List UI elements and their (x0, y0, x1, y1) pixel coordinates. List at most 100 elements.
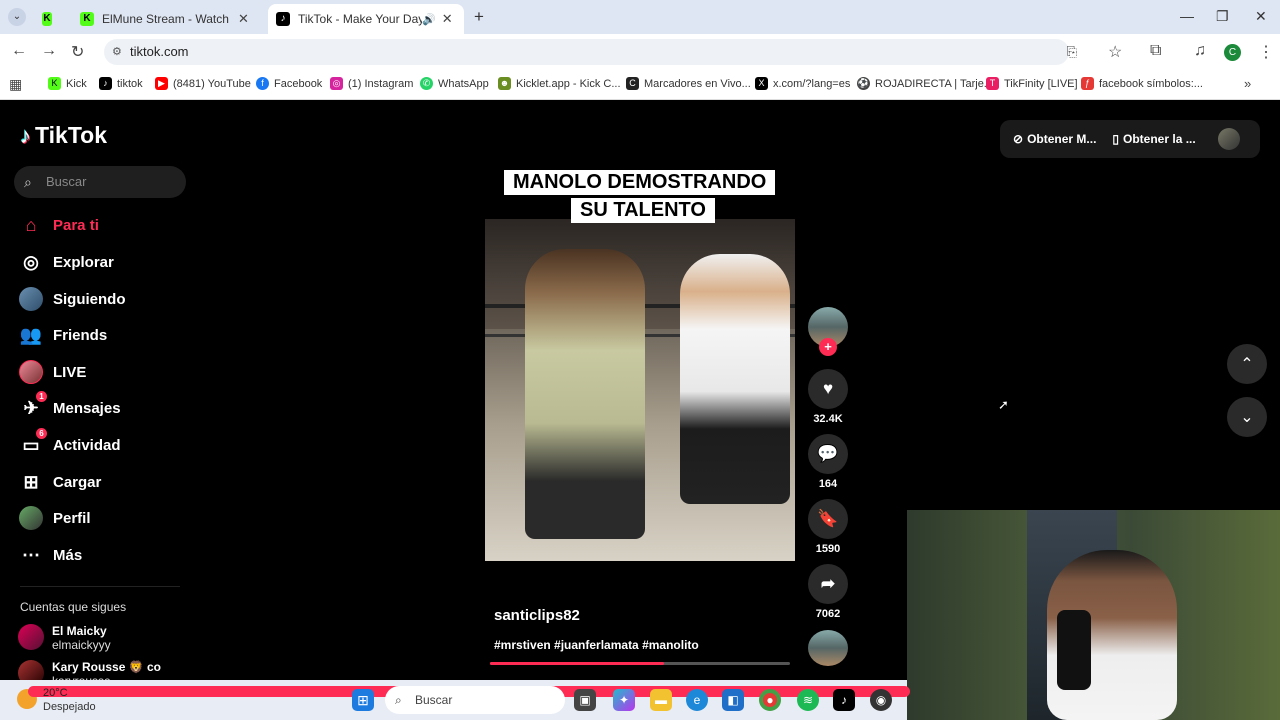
video-progress-fill (490, 662, 664, 665)
tiktok-icon: ♪ (99, 77, 112, 90)
youtube-icon: ▶ (155, 77, 168, 90)
media-control-icon[interactable]: ♫ (1194, 42, 1206, 60)
kicklet-icon: ☻ (498, 77, 511, 90)
bookmark-star-icon[interactable]: ☆ (1108, 42, 1122, 62)
following-account[interactable]: Kary Rousse 🦁 cokaryrousse (18, 660, 161, 680)
bookmarks-bar: ▦ K Kick ♪ tiktok ▶ (8481) YouTube f Faceboo… (0, 70, 1280, 100)
heart-icon[interactable]: ♥ (808, 369, 848, 409)
search-icon: ⌕ (395, 693, 402, 707)
share-action[interactable]: ➦ 7062 (808, 564, 848, 620)
get-coins-button[interactable]: ⊘ Obtener M... (1013, 132, 1096, 146)
get-app-button[interactable]: ▯ Obtener la ... (1112, 132, 1195, 146)
bookmark-kicklet[interactable]: ☻ Kicklet.app - Kick C... (498, 77, 621, 90)
reload-icon[interactable]: ↻ (71, 42, 84, 62)
tiktok-app-icon[interactable]: ♪ (833, 689, 855, 711)
close-tab-icon[interactable]: ✕ (238, 11, 249, 27)
profile-avatar-icon (18, 505, 44, 531)
bookmark-kick[interactable]: K Kick (48, 77, 87, 90)
apps-grid-icon[interactable]: ▦ (9, 76, 22, 93)
x-icon: X (755, 77, 768, 90)
new-tab-icon[interactable]: + (474, 7, 484, 27)
share-icon[interactable]: ➦ (808, 564, 848, 604)
video-author[interactable]: santiclips82 (494, 607, 580, 624)
forward-icon[interactable]: → (41, 42, 57, 60)
following-account[interactable]: El Maicky elmaickyyy (18, 624, 111, 652)
bookmark-tiktok[interactable]: ♪ tiktok (99, 77, 143, 90)
video-player[interactable] (485, 219, 795, 561)
windows-start-icon[interactable]: ⊞ (352, 689, 374, 711)
tab-elmune-stream[interactable]: K ElMune Stream - Watch Live on ✕ (72, 4, 267, 34)
chevron-down-icon: ⌄ (1240, 409, 1254, 426)
restore-icon[interactable]: ❐ (1216, 8, 1229, 25)
back-icon[interactable]: ← (11, 42, 27, 60)
edge-icon[interactable]: e (686, 689, 708, 711)
tab-kick-pinned[interactable]: K (34, 4, 68, 34)
video-progress-bar[interactable] (490, 662, 790, 665)
comment-icon[interactable]: 💬 (808, 434, 848, 474)
user-avatar[interactable] (1217, 128, 1240, 150)
nav-live[interactable]: LIVE (18, 358, 86, 386)
nav-for-you[interactable]: ⌂ Para ti (18, 211, 99, 239)
bookmark-x[interactable]: Xx.com/?lang=es (755, 77, 850, 90)
more-icon: ⋯ (22, 544, 40, 565)
chrome-icon[interactable]: ● (759, 689, 781, 711)
taskbar-search[interactable]: ⌕ Buscar (385, 686, 565, 714)
chevron-up-icon: ⌃ (1240, 356, 1254, 373)
profile-avatar[interactable]: C (1224, 44, 1241, 61)
close-tab-icon[interactable]: ✕ (442, 11, 453, 27)
app-icon[interactable]: ◉ (870, 689, 892, 711)
bookmark-youtube[interactable]: ▶ (8481) YouTube (155, 77, 251, 90)
sound-disc-action[interactable] (808, 630, 848, 666)
url-input[interactable]: ⚙ tiktok.com ⎘ (104, 39, 1077, 65)
bookmark-facebook[interactable]: f Facebook (256, 77, 322, 90)
site-settings-icon[interactable]: ⚙ (112, 39, 122, 65)
bookmark-rojadirecta[interactable]: ⚽ ROJADIRECTA | Tarje... (857, 77, 993, 90)
close-window-icon[interactable]: ✕ (1255, 8, 1267, 25)
like-action[interactable]: ♥ 32.4K (808, 369, 848, 425)
install-app-icon[interactable]: ⎘ (1067, 39, 1077, 65)
spotify-icon[interactable]: ≋ (797, 689, 819, 711)
bookmark-icon[interactable]: 🔖 (808, 499, 848, 539)
nav-upload[interactable]: ⊞ Cargar (18, 468, 101, 496)
coin-icon: ⊘ (1013, 132, 1024, 146)
store-icon[interactable]: ◧ (722, 689, 744, 711)
follow-plus-icon[interactable]: + (819, 338, 837, 356)
nav-more[interactable]: ⋯ Más (18, 541, 82, 569)
creator-avatar-action[interactable]: + (808, 307, 848, 356)
bookmark-marcadores[interactable]: C Marcadores en Vivo... (626, 77, 751, 90)
nav-profile[interactable]: Perfil (18, 504, 91, 532)
more-bookmarks-icon[interactable]: » (1244, 76, 1251, 91)
webcam-overlay (907, 510, 1280, 720)
nav-explore[interactable]: ◎ Explorar (18, 248, 114, 276)
tab-tiktok[interactable]: ♪ TikTok - Make Your Day 🔊 ✕ (268, 4, 464, 34)
search-input[interactable]: ⌕ Buscar (14, 166, 186, 198)
task-view-icon[interactable]: ▣ (574, 689, 596, 711)
video-hashtags[interactable]: #mrstiven #juanferlamata #manolito (494, 638, 699, 652)
tab-list-dropdown-icon[interactable]: ⌄ (8, 8, 26, 26)
video-person-left (525, 249, 645, 539)
tikfinity-icon: T (986, 77, 999, 90)
speaker-icon[interactable]: 🔊 (422, 13, 436, 26)
menu-kebab-icon[interactable]: ⋮ (1258, 42, 1274, 62)
file-explorer-icon[interactable]: ▬ (650, 689, 672, 711)
live-avatar-icon (18, 359, 44, 385)
nav-friends[interactable]: 👥 Friends (18, 321, 107, 349)
extensions-icon[interactable]: ⧉ (1150, 42, 1161, 60)
bookmark-tikfinity[interactable]: T TikFinity [LIVE] (986, 77, 1078, 90)
bookmark-instagram[interactable]: ◎ (1) Instagram (330, 77, 413, 90)
bookmark-whatsapp[interactable]: ✆ WhatsApp (420, 77, 489, 90)
tab-label: TikTok - Make Your Day (298, 12, 422, 26)
save-action[interactable]: 🔖 1590 (808, 499, 848, 555)
previous-video-button[interactable]: ⌃ (1227, 344, 1267, 384)
copilot-icon[interactable]: ✦ (613, 689, 635, 711)
comment-action[interactable]: 💬 164 (808, 434, 848, 490)
minimize-icon[interactable]: — (1180, 8, 1194, 24)
tiktok-logo[interactable]: ♪ TikTok (20, 122, 107, 149)
next-video-button[interactable]: ⌄ (1227, 397, 1267, 437)
nav-activity[interactable]: ▭ 6 Actividad (18, 428, 121, 459)
nav-following[interactable]: Siguiendo (18, 285, 126, 313)
nav-messages[interactable]: ✈ 1 Mensajes (18, 391, 121, 422)
friends-icon: 👥 (19, 324, 43, 345)
bookmark-facebook-simbolos[interactable]: ƒ facebook símbolos:... (1081, 77, 1203, 90)
following-section-title: Cuentas que sigues (20, 600, 127, 614)
